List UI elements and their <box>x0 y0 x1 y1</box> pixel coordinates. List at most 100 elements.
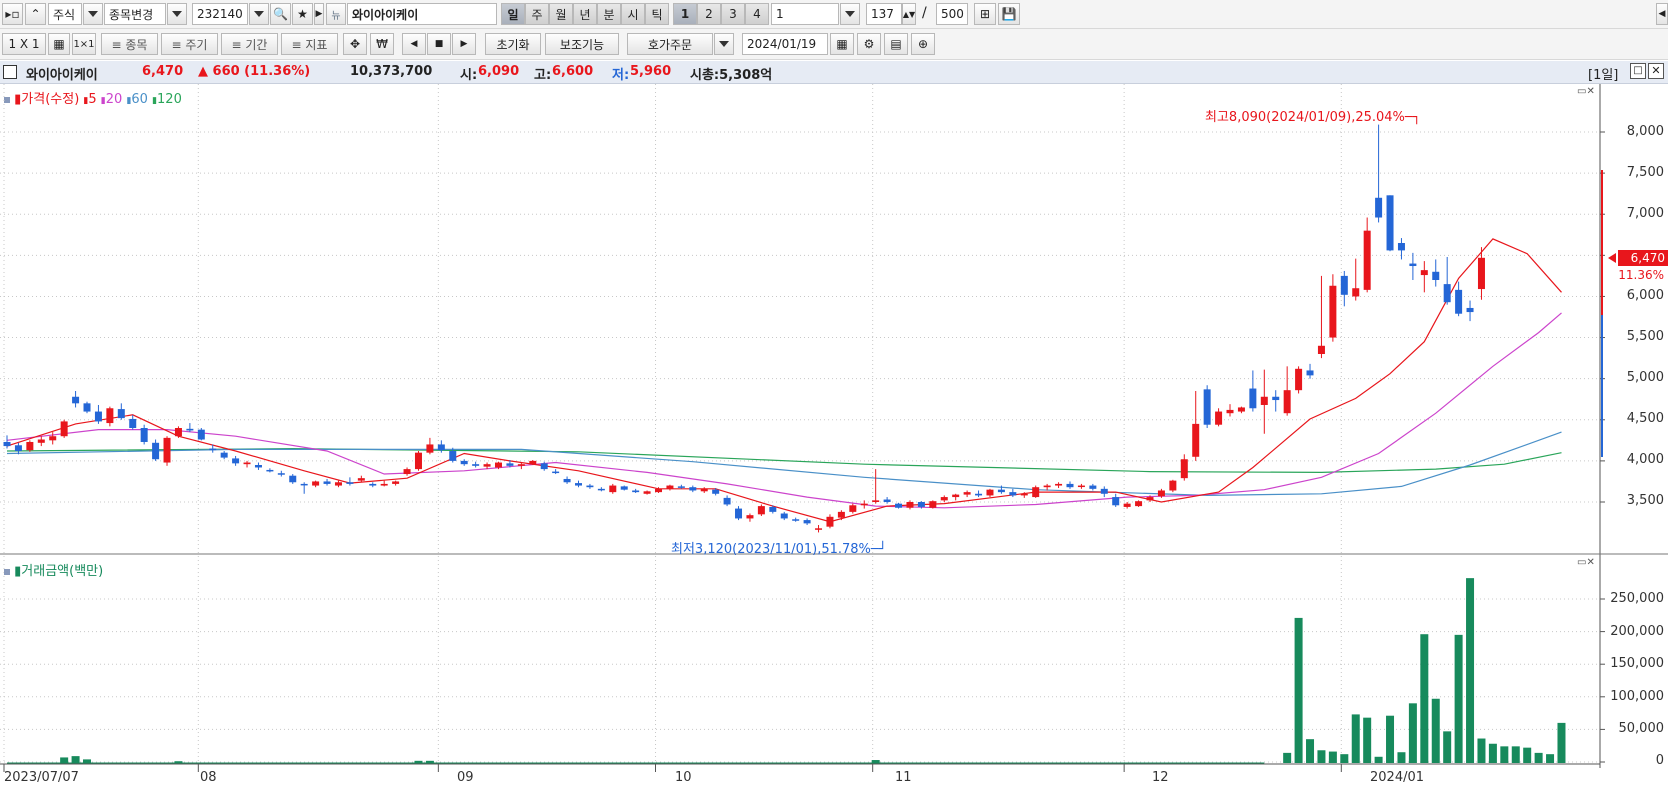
candle-body <box>197 429 205 440</box>
ma60-line <box>6 431 1562 497</box>
candle-body <box>826 516 834 527</box>
gear-icon[interactable]: ⚙ <box>857 33 881 55</box>
candle-body <box>769 506 777 512</box>
volume-bar <box>1488 743 1497 763</box>
period-year-tab[interactable]: 년 <box>573 3 597 25</box>
y-tick-5500: 5,500 <box>1626 329 1664 344</box>
candle-body <box>3 441 11 447</box>
volume-bar <box>425 760 434 763</box>
candle-body <box>597 488 605 491</box>
collapse-right-icon[interactable]: ◀ <box>1656 3 1668 25</box>
candle-body <box>1169 480 1177 491</box>
maximize-icon[interactable]: □ <box>1630 63 1646 79</box>
date-input[interactable]: 2024/01/19 <box>742 33 828 55</box>
bar-count-input[interactable]: 137 <box>866 3 902 25</box>
stock-info-bar: 와이아이케이 6,470 ▲ 660 (11.36%) 10,373,700 시… <box>0 61 1668 84</box>
reset-button[interactable]: 초기화 <box>485 33 541 55</box>
print-icon[interactable]: ▤ <box>884 33 908 55</box>
change-stock-select[interactable]: 종목변경 <box>104 3 166 25</box>
candle-body <box>1317 345 1325 354</box>
prev-icon[interactable]: ◀ <box>402 33 426 55</box>
count-stepper-icon[interactable]: ▲▼ <box>902 3 916 25</box>
toolbar-top: ▸▫ ⌃ 주식 종목변경 232140 🔍 ★ ▶ 뉴 와이아이케이 일 주 월… <box>0 0 1668 29</box>
close-icon[interactable]: ✕ <box>1648 63 1664 79</box>
period-minute-tab[interactable]: 분 <box>597 3 621 25</box>
x-label-09: 09 <box>457 770 474 785</box>
change-dropdown-icon[interactable] <box>167 3 187 25</box>
code-dropdown-icon[interactable] <box>249 3 269 25</box>
volume-bar <box>1546 754 1555 763</box>
calendar-icon[interactable]: ▦ <box>830 33 854 55</box>
market-dropdown-icon[interactable] <box>83 3 103 25</box>
stop-icon[interactable]: ■ <box>427 33 451 55</box>
period-tick-tab[interactable]: 틱 <box>645 3 669 25</box>
interval-3-button[interactable]: 3 <box>721 3 745 25</box>
candle-body <box>346 482 354 484</box>
candle-body <box>312 481 320 486</box>
candle-body <box>72 396 80 404</box>
candle-body <box>254 465 262 468</box>
indicator-button[interactable]: ≡ 지표 <box>281 33 338 55</box>
stock-name-field[interactable]: 와이아이케이 <box>347 3 497 25</box>
candle-body <box>963 492 971 495</box>
favorite-star-icon[interactable]: ★ <box>292 3 313 25</box>
period-month-tab[interactable]: 월 <box>549 3 573 25</box>
news-icon[interactable]: 뉴 <box>326 3 346 25</box>
item-button[interactable]: ≡ 종목 <box>101 33 158 55</box>
move-cross-icon[interactable]: ✥ <box>343 33 367 55</box>
search-icon[interactable]: 🔍 <box>270 3 291 25</box>
volume-bar <box>1477 738 1486 763</box>
quote-order-button[interactable]: 호가주문 <box>627 33 713 55</box>
x-label-start: 2023/07/07 <box>4 770 79 785</box>
legend-ma60: 60 <box>131 92 148 107</box>
volume-bar <box>1351 714 1360 763</box>
play-icon[interactable]: ▶ <box>314 3 324 25</box>
interval-2-button[interactable]: 2 <box>697 3 721 25</box>
interval-1-button[interactable]: 1 <box>673 3 697 25</box>
aux-function-button[interactable]: 보조기능 <box>545 33 619 55</box>
period-button[interactable]: ≡ 주기 <box>161 33 218 55</box>
grid-icon[interactable]: ▦ <box>48 33 70 55</box>
info-stock-name: 와이아이케이 <box>26 68 98 83</box>
info-high-label: 고: <box>534 68 552 83</box>
won-icon[interactable]: ₩ <box>370 33 394 55</box>
period-week-tab[interactable]: 주 <box>525 3 549 25</box>
add-window-icon[interactable]: ⊞ <box>974 3 996 25</box>
period-hour-tab[interactable]: 시 <box>621 3 645 25</box>
period-day-tab[interactable]: 일 <box>501 3 525 25</box>
high-arrow-icon: ─┐ <box>1404 110 1421 125</box>
zoom-icon[interactable]: ⊕ <box>911 33 935 55</box>
next-icon[interactable]: ▶ <box>452 33 476 55</box>
candle-body <box>529 460 537 465</box>
save-icon[interactable]: 💾 <box>998 3 1020 25</box>
candle-body <box>1135 501 1143 507</box>
chevron-up-icon[interactable]: ⌃ <box>25 3 46 25</box>
candle-body <box>209 448 217 451</box>
candle-body <box>552 471 560 474</box>
info-checkbox[interactable] <box>3 65 17 79</box>
range-button[interactable]: ≡ 기간 <box>221 33 278 55</box>
candle-body <box>1020 493 1028 496</box>
candle-body <box>1215 411 1223 425</box>
stock-code-input[interactable]: 232140 <box>192 3 248 25</box>
x-label-2024-01: 2024/01 <box>1370 770 1425 785</box>
layout-button[interactable]: 1 X 1 <box>2 33 46 55</box>
candle-body <box>1009 492 1017 496</box>
candle-body <box>483 464 491 467</box>
panel-toggle-icon[interactable]: ▸▫ <box>2 3 23 25</box>
market-select[interactable]: 주식 <box>48 3 82 25</box>
max-count-input[interactable]: 500 <box>936 3 968 25</box>
candle-body <box>975 493 983 496</box>
interval-dropdown-icon[interactable] <box>840 3 860 25</box>
candle-body <box>163 437 171 463</box>
interval-input[interactable]: 1 <box>771 3 839 25</box>
candle-body <box>1352 288 1360 297</box>
candle-body <box>1180 459 1188 479</box>
volume-panel-controls-icon[interactable]: ▭✕ <box>1577 557 1595 568</box>
interval-4-button[interactable]: 4 <box>745 3 769 25</box>
single-layout-icon[interactable]: 1×1 <box>72 33 96 55</box>
price-panel-controls-icon[interactable]: ▭✕ <box>1577 86 1595 97</box>
candle-body <box>689 487 697 491</box>
candle-body <box>757 506 765 515</box>
order-dropdown-icon[interactable] <box>714 33 734 55</box>
